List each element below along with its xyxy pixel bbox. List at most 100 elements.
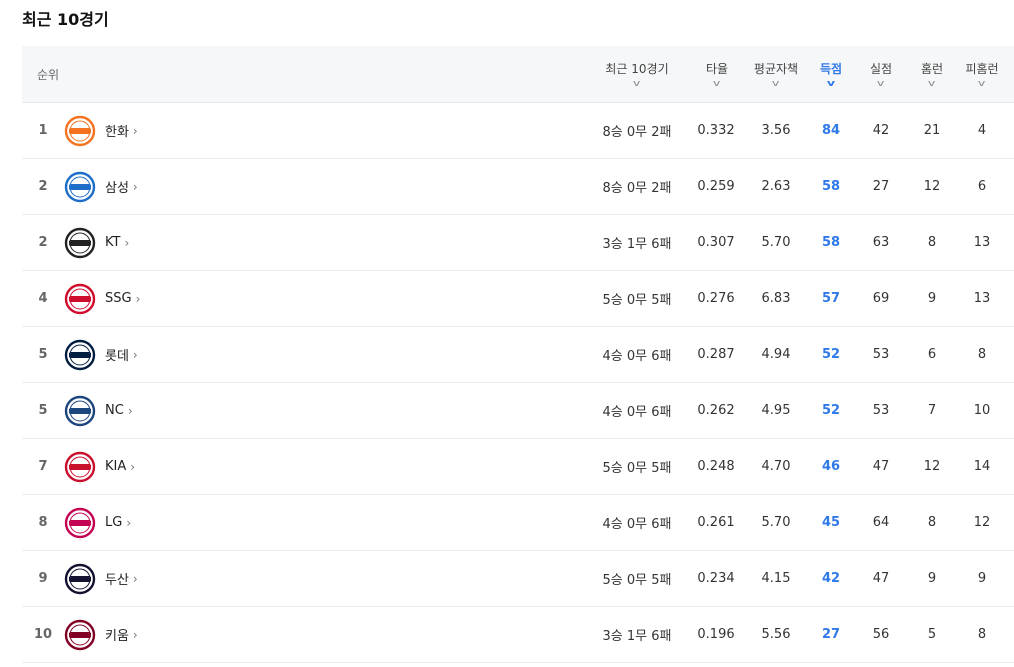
chevron-down-icon: v bbox=[633, 79, 641, 89]
table-row: 10 키움 › 3승 1무 6패 0.196 5.56 27 56 5 8 bbox=[22, 607, 1014, 663]
hr-allowed-cell: 6 bbox=[977, 179, 987, 194]
hr-allowed-cell: 13 bbox=[973, 235, 991, 250]
giants-logo-icon bbox=[64, 339, 96, 371]
hr-allowed-cell: 8 bbox=[977, 627, 987, 642]
era-cell: 5.56 bbox=[761, 627, 791, 642]
rank-cell: 2 bbox=[38, 235, 48, 250]
table-row: 9 두산 › 5승 0무 5패 0.234 4.15 42 47 9 9 bbox=[22, 551, 1014, 607]
avg-cell: 0.261 bbox=[697, 515, 735, 530]
team-link[interactable]: NC › bbox=[64, 383, 133, 438]
chevron-right-icon: › bbox=[124, 235, 130, 250]
team-name: 한화 bbox=[105, 125, 129, 140]
runs-allowed-cell: 53 bbox=[872, 403, 890, 418]
hr-allowed-cell: 13 bbox=[973, 291, 991, 306]
avg-cell: 0.234 bbox=[697, 571, 735, 586]
header-runs-allowed-sort[interactable]: 실점 v bbox=[866, 46, 896, 103]
table-row: 2 KT › 3승 1무 6패 0.307 5.70 58 63 8 13 bbox=[22, 215, 1014, 271]
rank-cell: 4 bbox=[38, 291, 48, 306]
record-cell: 8승 0무 2패 bbox=[602, 125, 672, 140]
avg-cell: 0.332 bbox=[697, 123, 735, 138]
table-body: 1 한화 › 8승 0무 2패 0.332 3.56 84 42 21 4 2 bbox=[22, 103, 1014, 663]
chevron-right-icon: › bbox=[135, 291, 141, 306]
twins-logo-icon bbox=[64, 507, 96, 539]
table-row: 2 삼성 › 8승 0무 2패 0.259 2.63 58 27 12 6 bbox=[22, 159, 1014, 215]
rank-cell: 10 bbox=[33, 627, 53, 642]
chevron-down-icon: v bbox=[772, 79, 780, 89]
hr-allowed-cell: 14 bbox=[973, 459, 991, 474]
avg-cell: 0.196 bbox=[697, 627, 735, 642]
header-era-sort[interactable]: 평균자책 v bbox=[748, 46, 804, 103]
chevron-down-icon: v bbox=[978, 79, 986, 89]
team-link[interactable]: KT › bbox=[64, 215, 129, 270]
hr-allowed-cell: 4 bbox=[977, 123, 987, 138]
chevron-right-icon: › bbox=[132, 179, 138, 194]
hr-cell: 9 bbox=[927, 291, 937, 306]
tigers-logo-icon bbox=[64, 451, 96, 483]
team-link[interactable]: 한화 › bbox=[64, 103, 138, 158]
era-cell: 4.94 bbox=[761, 347, 791, 362]
team-name: 두산 bbox=[105, 573, 129, 588]
chevron-right-icon: › bbox=[127, 403, 133, 418]
rank-cell: 5 bbox=[38, 347, 48, 362]
runs-cell: 52 bbox=[821, 347, 841, 362]
era-cell: 2.63 bbox=[761, 179, 791, 194]
team-name: 롯데 bbox=[105, 349, 129, 364]
era-cell: 5.70 bbox=[761, 515, 791, 530]
rank-cell: 7 bbox=[38, 459, 48, 474]
hr-cell: 12 bbox=[923, 179, 941, 194]
runs-allowed-cell: 56 bbox=[872, 627, 890, 642]
era-cell: 4.15 bbox=[761, 571, 791, 586]
table-row: 5 NC › 4승 0무 6패 0.262 4.95 52 53 7 10 bbox=[22, 383, 1014, 439]
team-name: SSG bbox=[105, 291, 132, 306]
avg-cell: 0.262 bbox=[697, 403, 735, 418]
header-hr-allowed-sort[interactable]: 피홈런 v bbox=[960, 46, 1004, 103]
team-name: 삼성 bbox=[105, 181, 129, 196]
chevron-down-icon: v bbox=[877, 79, 885, 89]
team-name: 키움 bbox=[105, 629, 129, 644]
runs-cell: 46 bbox=[821, 459, 841, 474]
record-cell: 5승 0무 5패 bbox=[602, 461, 672, 476]
era-cell: 6.83 bbox=[761, 291, 791, 306]
team-link[interactable]: 키움 › bbox=[64, 607, 138, 662]
team-link[interactable]: 두산 › bbox=[64, 551, 138, 606]
record-cell: 5승 0무 5패 bbox=[602, 573, 672, 588]
chevron-right-icon: › bbox=[132, 123, 138, 138]
heroes-logo-icon bbox=[64, 619, 96, 651]
record-cell: 4승 0무 6패 bbox=[602, 405, 672, 420]
runs-allowed-cell: 47 bbox=[872, 571, 890, 586]
rank-cell: 8 bbox=[38, 515, 48, 530]
hr-cell: 7 bbox=[927, 403, 937, 418]
team-link[interactable]: 롯데 › bbox=[64, 327, 138, 382]
runs-allowed-cell: 53 bbox=[872, 347, 890, 362]
team-link[interactable]: LG › bbox=[64, 495, 131, 550]
runs-cell: 42 bbox=[821, 571, 841, 586]
runs-cell: 58 bbox=[821, 235, 841, 250]
chevron-down-icon: v bbox=[826, 79, 836, 89]
chevron-right-icon: › bbox=[132, 571, 138, 586]
table-header: 순위 최근 10경기 v 타율 v 평균자책 v 득점 v 실점 v 홈런 v 피홈런 v bbox=[22, 46, 1014, 103]
chevron-right-icon: › bbox=[132, 347, 138, 362]
era-cell: 4.70 bbox=[761, 459, 791, 474]
hr-allowed-cell: 8 bbox=[977, 347, 987, 362]
header-record-sort[interactable]: 최근 10경기 v bbox=[596, 46, 678, 103]
record-cell: 5승 0무 5패 bbox=[602, 293, 672, 308]
runs-allowed-cell: 42 bbox=[872, 123, 890, 138]
dinos-logo-icon bbox=[64, 395, 96, 427]
team-link[interactable]: SSG › bbox=[64, 271, 140, 326]
team-name: KIA bbox=[105, 459, 127, 474]
team-link[interactable]: KIA › bbox=[64, 439, 135, 494]
record-cell: 3승 1무 6패 bbox=[602, 237, 672, 252]
avg-cell: 0.307 bbox=[697, 235, 735, 250]
header-hr-sort[interactable]: 홈런 v bbox=[917, 46, 947, 103]
chevron-right-icon: › bbox=[126, 515, 132, 530]
chevron-down-icon: v bbox=[928, 79, 936, 89]
header-avg-sort[interactable]: 타율 v bbox=[700, 46, 734, 103]
record-cell: 4승 0무 6패 bbox=[602, 517, 672, 532]
header-runs-sort[interactable]: 득점 v bbox=[816, 46, 846, 103]
era-cell: 5.70 bbox=[761, 235, 791, 250]
team-link[interactable]: 삼성 › bbox=[64, 159, 138, 214]
hr-allowed-cell: 10 bbox=[973, 403, 991, 418]
runs-cell: 52 bbox=[821, 403, 841, 418]
record-cell: 8승 0무 2패 bbox=[602, 181, 672, 196]
bears-logo-icon bbox=[64, 563, 96, 595]
